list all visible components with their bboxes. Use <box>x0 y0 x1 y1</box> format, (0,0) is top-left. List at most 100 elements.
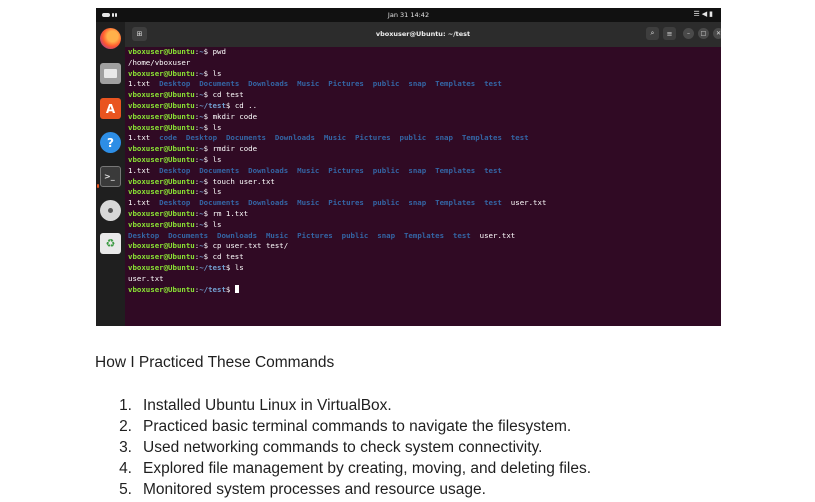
list-number: 3. <box>119 439 132 456</box>
steps-list: 1. Installed Ubuntu Linux in VirtualBox. 2… <box>95 397 795 502</box>
minimize-button[interactable]: – <box>683 28 694 39</box>
prompt-line: vboxuser@Ubuntu:~$ ls <box>128 219 222 229</box>
output-text: /home/vboxuser <box>128 57 191 67</box>
network-icon: ☰ <box>693 10 702 18</box>
output-line: Desktop Documents Downloads Music Pictur… <box>128 231 718 242</box>
help-icon[interactable]: ? <box>100 132 121 153</box>
file-entry: 1.txt <box>128 165 151 175</box>
directory-entry: test <box>452 230 471 240</box>
directory-entry: Downloads <box>248 165 289 175</box>
hamburger-icon: ≡ <box>666 29 673 38</box>
directory-entry: snap <box>408 79 427 89</box>
directory-entry: snap <box>377 230 396 240</box>
prompt-user: vboxuser@Ubuntu <box>128 262 195 272</box>
prompt-user: vboxuser@Ubuntu <box>128 154 195 164</box>
list-text: Installed Ubuntu Linux in VirtualBox. <box>143 397 392 414</box>
directory-entry: Music <box>297 165 320 175</box>
list-item: 2. Practiced basic terminal commands to n… <box>95 418 795 439</box>
prompt-path: ~/test <box>199 284 226 294</box>
running-indicator <box>97 184 99 188</box>
list-text: Explored file management by creating, mo… <box>143 460 592 477</box>
clock[interactable]: Jan 31 14:42 <box>96 11 721 19</box>
directory-entry: Downloads <box>248 79 289 89</box>
app-center-icon[interactable]: A <box>100 98 121 119</box>
menu-button[interactable]: ≡ <box>663 27 676 40</box>
list-number: 5. <box>119 481 132 498</box>
prompt-user: vboxuser@Ubuntu <box>128 219 195 229</box>
dvd-icon[interactable] <box>100 200 121 221</box>
prompt-user: vboxuser@Ubuntu <box>128 284 195 294</box>
terminal-output[interactable]: vboxuser@Ubuntu:~$ pwd/home/vboxuser vbox… <box>128 47 718 323</box>
list-number: 1. <box>119 397 132 414</box>
directory-entry: code <box>159 133 177 143</box>
list-number: 4. <box>119 460 132 477</box>
terminal-titlebar: ⊞ vboxuser@Ubuntu: ~/test ⌕ ≡ – □ ✕ <box>125 22 721 47</box>
prompt-user: vboxuser@Ubuntu <box>128 144 195 154</box>
command-text: ls <box>212 68 222 78</box>
directory-entry: Downloads <box>217 230 258 240</box>
directory-entry: Desktop <box>185 133 218 143</box>
directory-entry: Music <box>323 133 347 143</box>
prompt-path: ~ <box>199 176 204 186</box>
command-text: cp user.txt test/ <box>212 241 289 251</box>
prompt-user: vboxuser@Ubuntu <box>128 47 195 56</box>
command-text: cd .. <box>234 100 258 110</box>
list-item: 4. Explored file management by creating, … <box>95 460 795 481</box>
prompt-path: ~ <box>199 154 204 164</box>
directory-entry: test <box>484 198 502 208</box>
prompt-path: ~ <box>199 68 204 78</box>
trash-icon[interactable]: ♻ <box>100 233 121 254</box>
directory-entry: snap <box>408 198 427 208</box>
directory-entry: Music <box>297 198 320 208</box>
search-icon: ⌕ <box>650 29 655 37</box>
file-entry: 1.txt <box>128 79 151 89</box>
prompt-line: vboxuser@Ubuntu:~$ ls <box>128 68 222 78</box>
command-text: mkdir code <box>212 111 258 121</box>
command-text: rmdir code <box>212 144 258 154</box>
directory-entry: Music <box>265 230 289 240</box>
directory-entry: Documents <box>225 133 266 143</box>
prompt-path: ~/test <box>199 100 226 110</box>
output-line: 1.txt code Desktop Documents Downloads M… <box>128 133 718 144</box>
maximize-button[interactable]: □ <box>698 28 709 39</box>
directory-entry: Music <box>297 79 320 89</box>
directory-entry: public <box>372 198 400 208</box>
command-text: touch user.txt <box>212 176 275 186</box>
prompt-user: vboxuser@Ubuntu <box>128 252 195 262</box>
directory-entry: public <box>341 230 369 240</box>
system-tray[interactable]: ☰◀▮ <box>693 10 715 18</box>
search-button[interactable]: ⌕ <box>646 27 659 40</box>
file-entry: user.txt <box>510 198 547 208</box>
prompt-line: vboxuser@Ubuntu:~/test$ cd .. <box>128 100 258 110</box>
directory-entry: Documents <box>168 230 209 240</box>
directory-entry: public <box>399 133 427 143</box>
directory-entry: snap <box>408 165 427 175</box>
directory-entry: Templates <box>435 165 476 175</box>
prompt-line: vboxuser@Ubuntu:~$ touch user.txt <box>128 176 275 186</box>
directory-entry: Pictures <box>355 133 391 143</box>
directory-entry: public <box>372 79 400 89</box>
terminal-icon[interactable]: >_ <box>100 166 121 187</box>
directory-entry: Pictures <box>297 230 333 240</box>
file-entry: 1.txt <box>128 198 151 208</box>
list-item: 5. Monitored system processes and resourc… <box>95 481 795 502</box>
output-line: 1.txt Desktop Documents Downloads Music … <box>128 166 718 177</box>
window-title: vboxuser@Ubuntu: ~/test <box>375 30 471 38</box>
dock: A ? >_ ♻ <box>96 22 125 326</box>
close-button[interactable]: ✕ <box>713 28 721 39</box>
minimize-icon: – <box>687 30 690 37</box>
prompt-line: vboxuser@Ubuntu:~$ mkdir code <box>128 111 258 121</box>
directory-entry: Desktop <box>159 198 191 208</box>
files-icon[interactable] <box>100 63 121 84</box>
prompt-line: vboxuser@Ubuntu:~$ cd test <box>128 252 244 262</box>
command-text: ls <box>234 262 244 272</box>
file-entry: user.txt <box>479 230 516 240</box>
directory-entry: test <box>484 79 502 89</box>
prompt-path: ~ <box>199 241 204 251</box>
command-text: ls <box>212 122 222 132</box>
list-text: Monitored system processes and resource … <box>143 481 486 498</box>
firefox-icon[interactable] <box>100 28 121 49</box>
prompt-user: vboxuser@Ubuntu <box>128 241 195 251</box>
prompt-line: vboxuser@Ubuntu:~$ ls <box>128 154 222 164</box>
prompt-path: ~ <box>199 122 204 132</box>
